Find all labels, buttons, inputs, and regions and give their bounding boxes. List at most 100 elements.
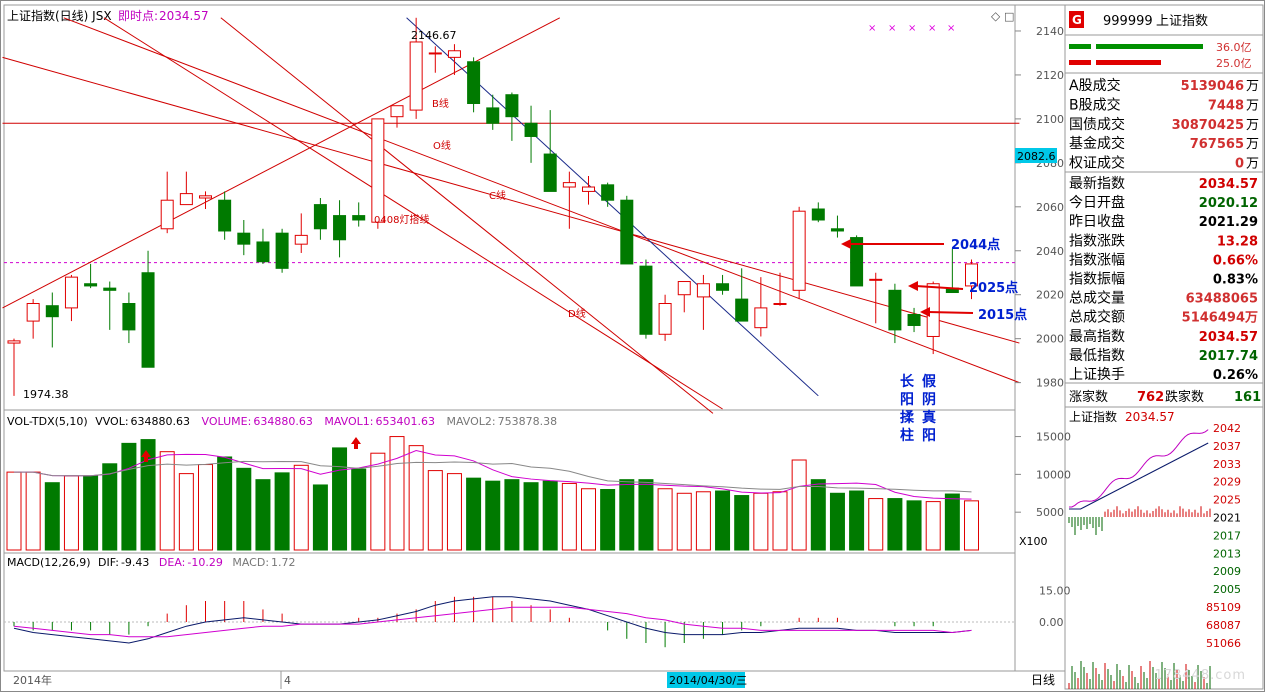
volume-bar: [25, 471, 41, 551]
volume-bar: [446, 473, 462, 551]
candle-body: [179, 193, 193, 206]
svg-text:×: ×: [928, 23, 936, 34]
mini-axis-label: 2009: [1213, 565, 1241, 578]
candle-body: [26, 303, 40, 322]
svg-text:阳: 阳: [900, 392, 914, 408]
mini-intraday-chart: 2042 2037 2033 2029 2025 2021 2017 2013 2009 2005…: [1068, 422, 1241, 689]
volume-bar: [753, 492, 769, 551]
macd-header: MACD(12,26,9) DIF: -9.43 DEA: -10.29 MACD:…: [7, 556, 296, 569]
mini-axis-label: 2005: [1213, 583, 1241, 596]
diamond-icon[interactable]: ◇: [991, 9, 1001, 23]
volume-bar: [504, 479, 520, 551]
candle-body: [256, 241, 270, 263]
svg-text:×: ×: [888, 23, 896, 34]
candle-body: [294, 234, 308, 245]
candle-body: [352, 215, 366, 221]
annotation-2015: 2015点: [978, 307, 1027, 323]
candle-body: [333, 215, 347, 241]
volume-bar: [581, 488, 596, 551]
volume-bar: [83, 475, 99, 551]
quote-label: 上证换手: [1069, 366, 1125, 383]
side-panel: G 999999 上证指数 36.0亿 25.0亿 A股成交 5139046 万B股…: [1065, 11, 1263, 689]
mini-axis-label: 2029: [1213, 476, 1241, 489]
c-line: [63, 17, 1020, 384]
volume-bar: [255, 479, 271, 551]
mini-axis-label: 2033: [1213, 458, 1241, 471]
bar-red-left: [1069, 60, 1091, 65]
mini-axis-label: 85109: [1206, 601, 1241, 614]
svg-text:阳: 阳: [922, 428, 936, 444]
chart-canvas[interactable]: 上证指数(日线) JSX 即时点: 2034.57 ◇ □ × × × × × 1500…: [1, 1, 1265, 693]
macd-panel: 15.00 0.00: [4, 585, 1071, 648]
candle-body: [275, 232, 289, 269]
candle-body: [869, 278, 883, 281]
candle-body: [122, 303, 136, 331]
candle-body: [601, 184, 615, 201]
stat-label: A股成交: [1069, 77, 1121, 94]
volume-bar: [676, 492, 692, 551]
line-label-c: C线: [489, 189, 506, 202]
svg-text:长: 长: [900, 373, 915, 390]
mini-axis-label: 51066: [1206, 637, 1241, 650]
bar-red-right: [1096, 60, 1161, 65]
svg-text:×: ×: [868, 23, 876, 34]
candle-body: [486, 107, 500, 124]
footer-month: 4: [284, 674, 291, 687]
quote-label: 昨日收盘: [1069, 213, 1125, 230]
price-axis-label: 2000: [1036, 333, 1064, 346]
square-icon[interactable]: □: [1004, 10, 1014, 23]
line-label-lamp: 0408灯搭线: [374, 213, 429, 226]
candle-body: [467, 61, 481, 105]
volume-bar: [791, 459, 807, 551]
volume-bar: [178, 473, 194, 551]
mini-axis-label: 2025: [1213, 494, 1241, 507]
volume-bar: [695, 491, 711, 551]
candle-body: [313, 204, 327, 230]
candlesticks: [7, 17, 978, 396]
candle-body: [237, 232, 251, 245]
volume-bars: 15000 10000 5000: [6, 431, 1071, 551]
volume-bar: [906, 500, 922, 551]
volume-bar: [619, 479, 635, 551]
volume-bar: [887, 498, 903, 551]
line-label-b: B线: [432, 97, 449, 110]
volume-bar: [293, 464, 309, 551]
mini-axis-label: 2021: [1213, 512, 1241, 525]
stat-unit: 万: [1246, 157, 1259, 172]
price-axis-label: 2040: [1036, 245, 1064, 258]
volume-bar: [63, 475, 79, 551]
volume-bar: [44, 482, 60, 551]
volume-bar: [389, 436, 405, 551]
candle-body: [390, 105, 404, 118]
stat-unit: 万: [1246, 98, 1259, 113]
quote-value: 2034.57: [1199, 177, 1258, 192]
candle-body: [658, 303, 672, 335]
candle-body: [160, 199, 174, 230]
volume-bar: [466, 477, 482, 551]
volume-bar: [868, 498, 884, 551]
candle-body: [141, 272, 155, 368]
volume-bar: [427, 470, 443, 551]
candle-body: [409, 41, 423, 111]
price-axis-label: 1980: [1036, 377, 1064, 390]
candle-body: [620, 199, 634, 265]
volume-bar: [657, 488, 673, 551]
quote-label: 今日开盘: [1069, 194, 1125, 211]
code-badge: G: [1072, 13, 1082, 27]
volume-multiplier: X100: [1019, 535, 1048, 548]
quote-label: 最高指数: [1069, 328, 1125, 345]
volume-bar: [715, 490, 731, 551]
quote-label: 指数振幅: [1069, 272, 1125, 288]
down-count: 161: [1234, 390, 1261, 405]
candle-body: [64, 276, 78, 309]
stat-value: 767565: [1190, 137, 1244, 152]
current-price-tag: 2082.6: [1017, 150, 1056, 163]
annotation-2044: 2044点: [951, 237, 1000, 253]
index-code: 999999: [1103, 14, 1153, 29]
magenta-markers: × × × × ×: [868, 23, 955, 34]
footer-period[interactable]: 日线: [1031, 673, 1055, 687]
mini-axis-label: 2017: [1213, 529, 1241, 542]
volume-bar: [485, 480, 501, 551]
volume-bar: [121, 442, 137, 551]
svg-text:假: 假: [922, 373, 937, 390]
